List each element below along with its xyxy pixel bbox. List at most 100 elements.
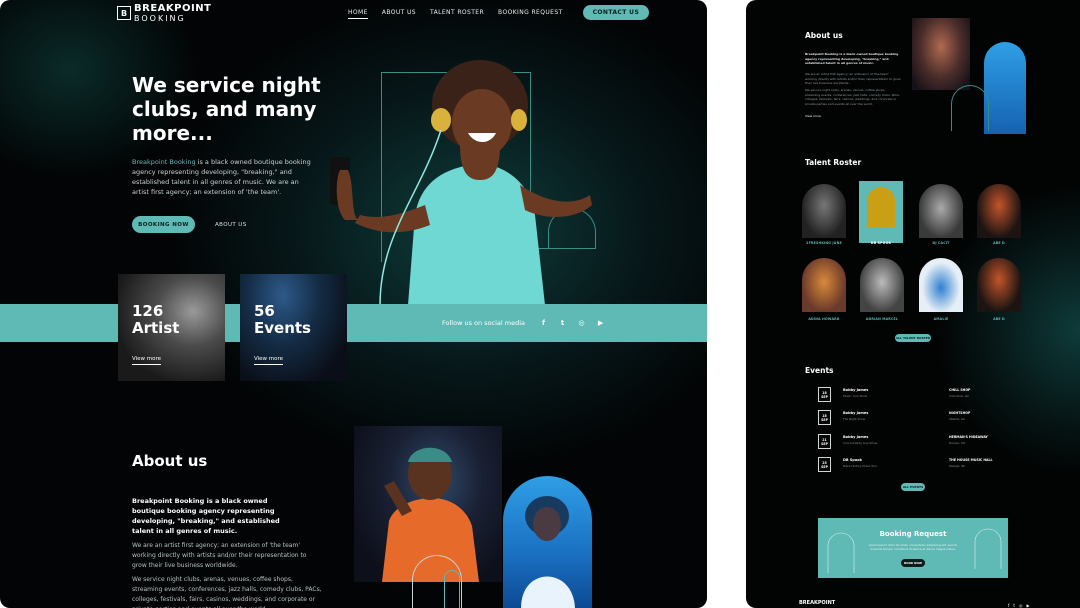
- mobile-decorative-arch: [951, 85, 989, 131]
- talent-name-8: ABE D: [993, 317, 1005, 321]
- event-artist: Bobby James: [843, 388, 869, 392]
- mobile-about-title: About us: [805, 31, 843, 40]
- event-month: SEP: [821, 464, 828, 469]
- event-month: SEP: [821, 441, 828, 446]
- event-month: SEP: [821, 417, 828, 422]
- footer-instagram-icon[interactable]: ◎: [1019, 603, 1023, 608]
- footer-social-links: f t ◎ ▶: [1008, 603, 1030, 608]
- desktop-view: B BREAKPOINT BOOKING HOME ABOUT US TALEN…: [0, 0, 707, 608]
- artist-view-more-link[interactable]: View more: [132, 356, 162, 365]
- talent-card-1[interactable]: [802, 184, 846, 238]
- artist-stat-card[interactable]: 126 Artist View more: [118, 274, 225, 381]
- event-artist: Bobby James: [843, 411, 869, 415]
- event-title: Black History Music Tour: [843, 464, 878, 468]
- talent-name-7: AMALIE: [933, 317, 949, 321]
- mobile-talent-title: Talent Roster: [805, 158, 862, 167]
- logo[interactable]: B BREAKPOINT BOOKING: [117, 3, 211, 23]
- event-venue: NIGHTSHOP: [949, 411, 971, 415]
- about-us-link[interactable]: ABOUT US: [215, 222, 247, 228]
- event-date-badge: 18 SEP: [818, 410, 831, 425]
- logo-mark-icon: B: [117, 6, 131, 20]
- logo-text-top: BREAKPOINT: [134, 3, 212, 14]
- event-row[interactable]: 18 SEP Bobby James The Night Show NIGHTSH…: [818, 410, 1018, 432]
- mobile-about-image-woman: [984, 42, 1026, 134]
- booking-request-banner: Booking Request Lorem ipsum dolor sit am…: [818, 518, 1008, 578]
- events-label: Events: [254, 319, 311, 337]
- talent-card-4[interactable]: [977, 184, 1021, 238]
- event-venue: THE HOUSE MUSIC HALL: [949, 458, 993, 462]
- nav-about-us[interactable]: ABOUT US: [382, 7, 416, 18]
- event-date-badge: 21 SEP: [818, 434, 831, 449]
- footer-facebook-icon[interactable]: f: [1008, 603, 1009, 608]
- talent-name-5: ADINA HOWARD: [808, 317, 840, 321]
- event-title: Feelin' Line Show: [843, 394, 868, 398]
- event-venue: HERMAN'S HIDEAWAY: [949, 435, 988, 439]
- event-date-badge: 25 SEP: [818, 457, 831, 472]
- event-location: Raleigh, NC: [949, 464, 966, 468]
- talent-card-8[interactable]: [977, 258, 1021, 312]
- nav-booking-request[interactable]: BOOKING REQUEST: [498, 7, 563, 18]
- social-label: Follow us on social media: [442, 318, 526, 327]
- book-now-button[interactable]: BOOK NOW: [901, 559, 925, 567]
- talent-card-7[interactable]: [919, 258, 963, 312]
- decorative-arch-accent: [444, 570, 460, 608]
- nav-home[interactable]: HOME: [348, 7, 368, 19]
- mobile-about-lead: Breakpoint Booking is a black owned bout…: [805, 52, 899, 65]
- nav-talent-roster[interactable]: TALENT ROSTER: [430, 7, 484, 18]
- talent-card-2-active[interactable]: [859, 181, 903, 243]
- all-talent-roster-button[interactable]: ALL TALENT ROSTER: [895, 334, 931, 342]
- event-date-badge: 18 SEP: [818, 387, 831, 402]
- event-venue: CHILL SHOP: [949, 388, 971, 392]
- all-events-button[interactable]: ALL EVENTS: [901, 483, 925, 491]
- booking-title: Booking Request: [879, 530, 947, 538]
- about-paragraph: We are an artist first agency; an extens…: [132, 542, 307, 569]
- events-stat-card[interactable]: 56 Events View more: [240, 274, 347, 381]
- talent-name-3: DJ CACIT: [932, 241, 950, 245]
- mobile-view-more-link[interactable]: View more: [805, 114, 821, 119]
- about-paragraph-2: We service night clubs, arenas, venues, …: [132, 576, 322, 608]
- events-stat-value: 56 Events: [254, 303, 311, 337]
- artist-count: 126: [132, 302, 164, 320]
- logo-text-bottom: BOOKING: [134, 14, 186, 23]
- hero-title: We service night clubs, and many more...: [132, 73, 321, 145]
- footer-youtube-icon[interactable]: ▶: [1027, 603, 1030, 608]
- talent-card-6[interactable]: [860, 258, 904, 312]
- event-artist: Bobby James: [843, 435, 869, 439]
- facebook-icon[interactable]: f: [539, 318, 548, 327]
- main-nav: HOME ABOUT US TALENT ROSTER BOOKING REQU…: [348, 5, 650, 20]
- mobile-about-image-man: [912, 18, 970, 90]
- about-lead: Breakpoint Booking is a black owned bout…: [132, 497, 280, 535]
- event-row[interactable]: 21 SEP Bobby James Concert Party Live Sho…: [818, 434, 1018, 456]
- instagram-icon[interactable]: ◎: [577, 318, 586, 327]
- artist-label: Artist: [132, 319, 180, 337]
- booking-description: Lorem ipsum dolor sit amet, consectetur …: [868, 543, 958, 551]
- talent-name-4: ABE D: [993, 241, 1005, 245]
- mobile-about-paragraph: We are an artist first agency; an extens…: [805, 72, 901, 85]
- talent-card-3[interactable]: [919, 184, 963, 238]
- artist-stat-value: 126 Artist: [132, 303, 179, 337]
- footer-logo[interactable]: BREAKPOINT: [799, 600, 835, 606]
- youtube-icon[interactable]: ▶: [596, 318, 605, 327]
- event-title: Concert Party Live Show: [843, 441, 878, 445]
- hero-description: Breakpoint Booking is a black owned bout…: [132, 157, 312, 197]
- contact-us-button[interactable]: CONTACT US: [582, 5, 650, 20]
- full-page-preview: About us Breakpoint Booking is a black o…: [746, 0, 1080, 608]
- screenshot-canvas: B BREAKPOINT BOOKING HOME ABOUT US TALEN…: [0, 0, 1080, 608]
- about-image-woman: [503, 476, 592, 608]
- events-view-more-link[interactable]: View more: [254, 356, 284, 365]
- talent-name-1: 2FRESHKING JUNE: [806, 241, 842, 245]
- booking-now-button[interactable]: BOOKING NOW: [132, 216, 195, 233]
- talent-card-5[interactable]: [802, 258, 846, 312]
- social-links: Follow us on social media f t ◎ ▶: [442, 318, 605, 327]
- event-artist: DB Spook: [843, 458, 862, 462]
- event-location: Columbus, GA: [949, 394, 969, 398]
- event-row[interactable]: 18 SEP Bobby James Feelin' Line Show CHIL…: [818, 387, 1018, 409]
- event-location: Atlanta, GA: [949, 417, 965, 421]
- twitter-icon[interactable]: t: [558, 318, 567, 327]
- events-count: 56: [254, 302, 275, 320]
- mobile-events-title: Events: [805, 366, 834, 375]
- event-title: The Night Show: [843, 417, 866, 421]
- footer-twitter-icon[interactable]: t: [1013, 603, 1015, 608]
- event-month: SEP: [821, 394, 828, 399]
- event-row[interactable]: 25 SEP DB Spook Black History Music Tour …: [818, 457, 1018, 479]
